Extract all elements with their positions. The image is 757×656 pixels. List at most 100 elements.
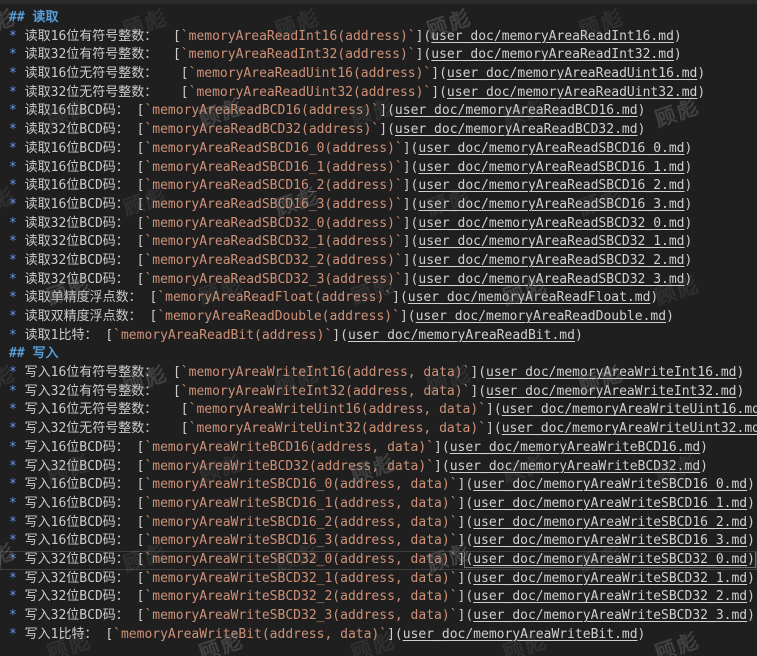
paren-close: ) [747,552,755,567]
inline-code: `memoryAreaWriteBCD16(address, data)` [144,440,434,455]
bracket-paren: ]( [458,477,474,492]
inline-code: `memoryAreaWriteSBCD32_3(address, data)` [144,608,457,623]
bracket-paren: ]( [458,515,474,530]
paren-close: ) [674,29,682,44]
list-bullet: * [9,328,25,343]
doc-link[interactable]: user_doc/memoryAreaReadSBCD16_1.md [418,160,684,175]
doc-link[interactable]: user_doc/memoryAreaWriteBCD16.md [450,440,700,455]
inline-code: `memoryAreaWriteInt32(address, data)` [181,384,471,399]
doc-link[interactable]: user_doc/memoryAreaReadBit.md [348,328,575,343]
paren-close: ) [666,309,674,324]
doc-link[interactable]: user_doc/memoryAreaWriteSBCD16_1.md [473,496,747,511]
bracket-open: [ [173,365,181,380]
inline-code: `memoryAreaWriteInt16(address, data)` [181,365,471,380]
bracket-paren: ]( [403,197,419,212]
item-label: 写入32位BCD码： [25,571,137,586]
inline-code: `memoryAreaWriteUint32(address, data)` [189,421,486,436]
doc-link[interactable]: user_doc/memoryAreaWriteSBCD16_3.md [473,533,747,548]
doc-link[interactable]: user_doc/memoryAreaReadBCD32.md [395,122,638,137]
list-bullet: * [9,365,25,380]
inline-code: `memoryAreaWriteSBCD16_3(address, data)` [144,533,457,548]
item-label: 写入16位BCD码： [25,440,137,455]
doc-link[interactable]: user_doc/memoryAreaWriteSBCD32_1.md [473,571,747,586]
doc-link[interactable]: user_doc/memoryAreaWriteUint16.md [502,402,757,417]
paren-close: ) [737,384,745,399]
doc-link[interactable]: user_doc/memoryAreaWriteUint32.md [502,421,757,436]
doc-link[interactable]: user_doc/memoryAreaWriteSBCD32_3.md [473,608,747,623]
paren-close: ) [747,571,755,586]
bracket-paren: ]( [387,627,403,642]
inline-code: `memoryAreaWriteBit(address, data)` [113,627,387,642]
doc-link[interactable]: user_doc/memoryAreaReadFloat.md [408,290,651,305]
inline-code: `memoryAreaReadDouble(address)` [157,309,400,324]
doc-link[interactable]: user_doc/memoryAreaWriteSBCD32_2.md [473,589,747,604]
md-list-line: * 写入32位有符号整数： [`memoryAreaWriteInt32(add… [0,383,757,402]
doc-link[interactable]: user_doc/memoryAreaReadInt16.md [431,29,674,44]
bracket-paren: ]( [431,66,447,81]
doc-link[interactable]: user_doc/memoryAreaWriteBit.md [403,627,638,642]
item-label: 读取16位无符号整数： [25,66,181,81]
doc-link[interactable]: user_doc/memoryAreaReadBCD16.md [395,103,638,118]
list-bullet: * [9,477,25,492]
item-label: 读取32位有符号整数： [25,47,173,62]
item-label: 读取双精度浮点数： [25,309,150,324]
md-list-line: * 读取32位BCD码： [`memoryAreaReadBCD32(addre… [0,121,757,140]
doc-link[interactable]: user_doc/memoryAreaReadSBCD16_0.md [418,141,684,156]
bracket-paren: ]( [403,234,419,249]
bracket-open: [ [181,85,189,100]
doc-link[interactable]: user_doc/memoryAreaReadUint32.md [447,85,697,100]
doc-link[interactable]: user_doc/memoryAreaReadDouble.md [416,309,666,324]
md-list-line: * 写入32位BCD码： [`memoryAreaWriteSBCD32_3(a… [0,607,757,626]
paren-close: ) [638,627,646,642]
doc-link[interactable]: user_doc/memoryAreaReadSBCD16_2.md [418,178,684,193]
md-list-line: * 读取16位BCD码： [`memoryAreaReadBCD16(addre… [0,102,757,121]
doc-link[interactable]: user_doc/memoryAreaWriteBCD32.md [450,459,700,474]
bracket-paren: ]( [486,402,502,417]
doc-link[interactable]: user_doc/memoryAreaReadSBCD32_3.md [418,272,684,287]
paren-close: ) [747,496,755,511]
paren-close: ) [650,290,658,305]
doc-link[interactable]: user_doc/memoryAreaReadSBCD32_1.md [418,234,684,249]
list-bullet: * [9,533,25,548]
paren-close: ) [638,103,646,118]
doc-link[interactable]: user_doc/memoryAreaWriteSBCD32_0.md [473,552,747,567]
doc-link[interactable]: user_doc/memoryAreaReadUint16.md [447,66,697,81]
inline-code: `memoryAreaReadInt32(address)` [181,47,416,62]
item-label: 读取32位BCD码： [25,234,137,249]
inline-code: `memoryAreaReadSBCD16_0(address)` [144,141,402,156]
doc-link[interactable]: user_doc/memoryAreaWriteSBCD16_2.md [473,515,747,530]
list-bullet: * [9,552,25,567]
md-list-line: * 读取32位无符号整数： [`memoryAreaReadUint32(add… [0,84,757,103]
doc-link[interactable]: user_doc/memoryAreaWriteInt32.md [486,384,736,399]
inline-code: `memoryAreaWriteSBCD16_2(address, data)` [144,515,457,530]
md-heading: ## 写入 [9,346,58,361]
doc-link[interactable]: user_doc/memoryAreaReadSBCD16_3.md [418,197,684,212]
bracket-paren: ]( [416,47,432,62]
item-label: 读取单精度浮点数： [25,290,150,305]
inline-code: `memoryAreaReadSBCD16_2(address)` [144,178,402,193]
md-list-line: * 写入32位BCD码： [`memoryAreaWriteSBCD32_1(a… [0,570,757,589]
list-bullet: * [9,103,25,118]
list-bullet: * [9,421,25,436]
item-label: 写入16位BCD码： [25,496,137,511]
inline-code: `memoryAreaWriteUint16(address, data)` [189,402,486,417]
doc-link[interactable]: user_doc/memoryAreaWriteSBCD16_0.md [473,477,747,492]
inline-code: `memoryAreaReadFloat(address)` [157,290,392,305]
inline-code: `memoryAreaReadInt16(address)` [181,29,416,44]
bracket-paren: ]( [434,459,450,474]
bracket-paren: ]( [379,122,395,137]
bracket-open: [ [181,421,189,436]
item-label: 写入16位BCD码： [25,515,137,530]
bracket-paren: ]( [400,309,416,324]
item-label: 写入32位BCD码： [25,608,137,623]
list-bullet: * [9,571,25,586]
doc-link[interactable]: user_doc/memoryAreaReadInt32.md [431,47,674,62]
bracket-open: [ [173,47,181,62]
paren-close: ) [685,197,693,212]
doc-link[interactable]: user_doc/memoryAreaReadSBCD32_2.md [418,253,684,268]
paren-close: ) [685,216,693,231]
list-bullet: * [9,197,25,212]
doc-link[interactable]: user_doc/memoryAreaReadSBCD32_0.md [418,216,684,231]
paren-close: ) [747,533,755,548]
doc-link[interactable]: user_doc/memoryAreaWriteInt16.md [486,365,736,380]
